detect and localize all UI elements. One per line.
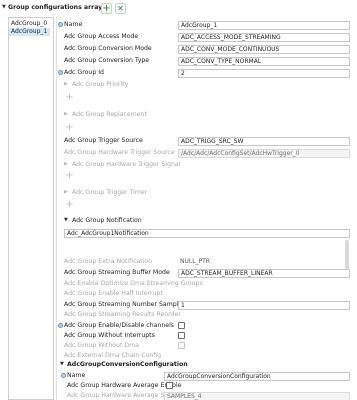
- conversion-mode-label: Adc Group Conversion Mode: [64, 45, 152, 52]
- hw-avg-select-label: Adc Group Hardware Average Select: [67, 392, 180, 399]
- expand-chevron-icon[interactable]: ▶: [64, 82, 69, 87]
- name-label: Name: [64, 21, 83, 28]
- group-list-item[interactable]: AdcGroup_0: [9, 20, 50, 28]
- conv-name-label: Name: [67, 372, 86, 379]
- info-icon: [58, 323, 63, 328]
- group-id-input[interactable]: 2: [178, 69, 350, 78]
- group-id-label: Adc Group Id: [64, 69, 104, 76]
- hw-avg-enable-checkbox[interactable]: [166, 382, 173, 389]
- add-trigger-timer-plus-icon[interactable]: +: [64, 199, 75, 210]
- plus-icon: +: [102, 3, 111, 14]
- conversion-mode-select[interactable]: ADC_CONV_MODE_CONTINUOUS: [178, 45, 350, 54]
- info-icon: [58, 70, 63, 75]
- expand-chevron-icon[interactable]: ▶: [64, 190, 69, 195]
- collapse-chevron-icon[interactable]: ▼: [64, 218, 69, 223]
- group-list-item-selected[interactable]: AdcGroup_1: [9, 28, 50, 36]
- add-group-button[interactable]: +: [101, 3, 112, 14]
- notification-scrollbar[interactable]: [345, 240, 349, 270]
- num-samples-input[interactable]: 1: [178, 301, 350, 310]
- delete-icon: ✕: [117, 4, 124, 13]
- optimize-dma-label: Adc Enable Optimize Dma Streaming Groups: [64, 280, 203, 287]
- num-samples-label: Adc Group Streaming Number Samples: [64, 301, 186, 308]
- notification-input[interactable]: Adc_AdcGroup1Notification: [64, 229, 350, 238]
- hw-trigger-signal-label: Adc Group Hardware Trigger Signal: [72, 161, 181, 168]
- replacement-label: Adc Group Replacement: [72, 111, 147, 118]
- buffer-mode-label: Adc Group Streaming Buffer Mode: [64, 269, 170, 276]
- without-dma-label: Adc Group Without Dma: [64, 342, 139, 349]
- info-icon: [61, 373, 66, 378]
- trigger-source-select[interactable]: ADC_TRIGG_SRC_SW: [178, 137, 350, 146]
- conv-name-input[interactable]: AdcGroupConversionConfiguration: [164, 372, 350, 381]
- half-interrupt-label: Adc Group Enable Half Interrupt: [64, 290, 163, 297]
- hw-avg-select-field: SAMPLES_4: [164, 392, 350, 400]
- hw-trigger-source-label: Adc Group Hardware Trigger Source: [64, 149, 175, 156]
- group-list-panel[interactable]: [8, 17, 54, 400]
- extra-notification-value: NULL_PTR: [180, 258, 211, 265]
- enable-disable-checkbox[interactable]: [178, 322, 185, 329]
- access-mode-label: Adc Group Access Mode: [64, 33, 139, 40]
- add-trigger-signal-plus-icon[interactable]: +: [64, 170, 75, 181]
- collapse-chevron-icon[interactable]: ▼: [60, 362, 65, 367]
- section-title: Group configurations array: [8, 4, 103, 11]
- expand-chevron-icon[interactable]: ▶: [64, 162, 69, 167]
- ext-dma-chain-label: Adc External Dma Chain Config: [64, 352, 162, 359]
- expand-chevron-icon[interactable]: ▶: [64, 112, 69, 117]
- enable-disable-label: Adc Group Enable/Disable channels: [64, 322, 175, 329]
- extra-notification-label: Adc Group Extra Notification: [64, 258, 153, 265]
- collapse-chevron-icon[interactable]: ▼: [2, 5, 7, 10]
- without-interrupts-checkbox[interactable]: [178, 332, 185, 339]
- priority-label: Adc Group Priority: [72, 81, 129, 88]
- without-interrupts-label: Adc Group Without Interrupts: [64, 332, 155, 339]
- trigger-source-label: Adc Group Trigger Source: [64, 137, 143, 144]
- info-icon: [58, 22, 63, 27]
- hw-trigger-source-field: /Adc/Adc/AdcConfigSet/AdcHwTrigger_0: [178, 149, 350, 158]
- add-priority-plus-icon[interactable]: +: [64, 92, 75, 103]
- buffer-mode-select[interactable]: ADC_STREAM_BUFFER_LINEAR: [178, 269, 350, 278]
- without-dma-checkbox: [178, 342, 185, 349]
- name-input[interactable]: AdcGroup_1: [178, 21, 350, 30]
- add-replacement-plus-icon[interactable]: +: [64, 122, 75, 133]
- hw-avg-enable-label: Adc Group Hardware Average Enable: [67, 382, 182, 389]
- remove-group-button[interactable]: ✕: [115, 3, 126, 14]
- access-mode-select[interactable]: ADC_ACCESS_MODE_STREAMING: [178, 33, 350, 42]
- conv-config-section-title: AdcGroupConversionConfiguration: [67, 361, 188, 368]
- results-reorder-label: Adc Group Streaming Results Reorder: [64, 311, 181, 318]
- notification-label: Adc Group Notification: [72, 217, 142, 224]
- conversion-type-select[interactable]: ADC_CONV_TYPE_NORMAL: [178, 57, 350, 66]
- conversion-type-label: Adc Group Conversion Type: [64, 57, 150, 64]
- trigger-timer-label: Adc Group Trigger Timer: [72, 189, 148, 196]
